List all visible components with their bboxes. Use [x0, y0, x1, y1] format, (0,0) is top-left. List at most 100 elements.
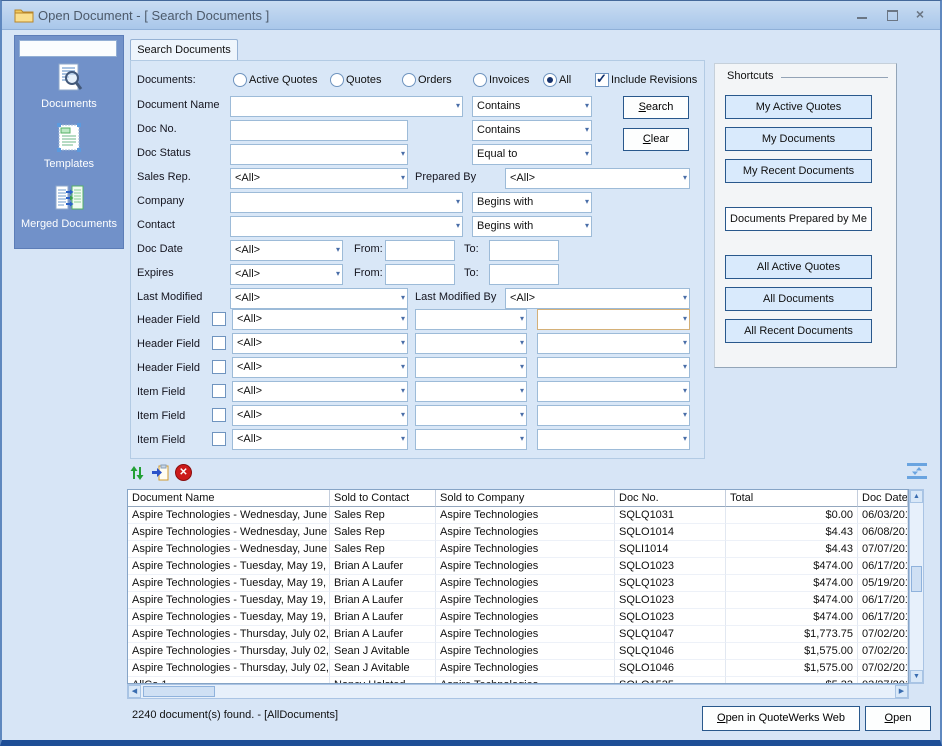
chevron-down-icon[interactable]: ▾: [401, 291, 405, 305]
scroll-left-icon[interactable]: ◀: [128, 685, 141, 698]
header-field-3-checkbox[interactable]: [212, 360, 226, 374]
import-document-icon[interactable]: [151, 463, 169, 484]
include-revisions-label[interactable]: Include Revisions: [611, 74, 697, 86]
chevron-down-icon[interactable]: ▾: [520, 384, 524, 398]
horizontal-scrollbar[interactable]: ◀ ▶: [127, 684, 909, 699]
radio-label-orders[interactable]: Orders: [418, 74, 452, 86]
item-field-2-checkbox[interactable]: [212, 408, 226, 422]
all-recent-documents-button[interactable]: All Recent Documents: [725, 319, 872, 343]
chevron-down-icon[interactable]: ▾: [336, 243, 340, 257]
delete-icon[interactable]: ✕: [175, 464, 192, 481]
chevron-down-icon[interactable]: ▾: [401, 384, 405, 398]
chevron-down-icon[interactable]: ▾: [683, 312, 687, 326]
chevron-down-icon[interactable]: ▾: [585, 147, 589, 161]
document-name-operator-select[interactable]: Contains▾: [472, 96, 592, 117]
chevron-down-icon[interactable]: ▾: [683, 336, 687, 350]
item-field-1-operator-select[interactable]: ▾: [415, 381, 527, 402]
title-bar[interactable]: Open Document - [ Search Documents ] ×: [2, 1, 940, 30]
item-field-3-select[interactable]: <All>▾: [232, 429, 408, 450]
item-field-2-value-select[interactable]: ▾: [537, 405, 690, 426]
chevron-down-icon[interactable]: ▾: [520, 312, 524, 326]
chevron-down-icon[interactable]: ▾: [683, 408, 687, 422]
table-row[interactable]: AllCo 1Nancy HolstedAspire TechnologiesS…: [128, 677, 908, 684]
radio-invoices[interactable]: [473, 73, 487, 87]
minimize-button[interactable]: [854, 7, 870, 23]
chevron-down-icon[interactable]: ▾: [401, 171, 405, 185]
header-field-1-value-select[interactable]: ▾: [537, 309, 690, 330]
table-row[interactable]: Aspire Technologies - Thursday, July 02,…: [128, 626, 908, 643]
splitter-toggle-icon[interactable]: [905, 462, 929, 483]
horizontal-scroll-thumb[interactable]: [143, 686, 215, 697]
chevron-down-icon[interactable]: ▾: [401, 360, 405, 374]
my-active-quotes-button[interactable]: My Active Quotes: [725, 95, 872, 119]
column-header-doc-date[interactable]: Doc Date: [858, 490, 908, 507]
header-field-1-operator-select[interactable]: ▾: [415, 309, 527, 330]
doc-date-from-input[interactable]: [385, 240, 455, 261]
my-documents-button[interactable]: My Documents: [725, 127, 872, 151]
my-recent-documents-button[interactable]: My Recent Documents: [725, 159, 872, 183]
scroll-up-icon[interactable]: ▲: [910, 490, 923, 503]
chevron-down-icon[interactable]: ▾: [401, 147, 405, 161]
table-row[interactable]: Aspire Technologies - Wednesday, JuneSal…: [128, 524, 908, 541]
refresh-icon[interactable]: [129, 465, 145, 484]
chevron-down-icon[interactable]: ▾: [585, 123, 589, 137]
document-name-combo[interactable]: ▾: [230, 96, 463, 117]
doc-date-select[interactable]: <All>▾: [230, 240, 343, 261]
table-row[interactable]: Aspire Technologies - Tuesday, May 19,Br…: [128, 609, 908, 626]
item-field-1-value-select[interactable]: ▾: [537, 381, 690, 402]
item-field-1-checkbox[interactable]: [212, 384, 226, 398]
company-combo[interactable]: ▾: [230, 192, 463, 213]
vertical-scroll-thumb[interactable]: [911, 566, 922, 592]
prepared-by-select[interactable]: <All>▾: [505, 168, 690, 189]
radio-all[interactable]: [543, 73, 557, 87]
maximize-button[interactable]: [884, 7, 900, 23]
doc-status-operator-select[interactable]: Equal to▾: [472, 144, 592, 165]
column-header-sold-to-company[interactable]: Sold to Company: [436, 490, 615, 507]
chevron-down-icon[interactable]: ▾: [585, 219, 589, 233]
contact-operator-select[interactable]: Begins with▾: [472, 216, 592, 237]
open-button[interactable]: Open: [865, 706, 931, 731]
radio-label-active-quotes[interactable]: Active Quotes: [249, 74, 317, 86]
scroll-right-icon[interactable]: ▶: [895, 685, 908, 698]
item-field-3-value-select[interactable]: ▾: [537, 429, 690, 450]
last-modified-select[interactable]: <All>▾: [230, 288, 408, 309]
chevron-down-icon[interactable]: ▾: [456, 219, 460, 233]
expires-from-input[interactable]: [385, 264, 455, 285]
sales-rep-select[interactable]: <All>▾: [230, 168, 408, 189]
chevron-down-icon[interactable]: ▾: [683, 291, 687, 305]
header-field-2-checkbox[interactable]: [212, 336, 226, 350]
table-row[interactable]: Aspire Technologies - Wednesday, JuneSal…: [128, 507, 908, 524]
radio-orders[interactable]: [402, 73, 416, 87]
header-field-2-value-select[interactable]: ▾: [537, 333, 690, 354]
item-field-2-operator-select[interactable]: ▾: [415, 405, 527, 426]
close-button[interactable]: ×: [912, 7, 928, 23]
column-header-document-name[interactable]: Document Name: [128, 490, 330, 507]
column-header-doc-no[interactable]: Doc No.: [615, 490, 726, 507]
radio-label-quotes[interactable]: Quotes: [346, 74, 381, 86]
all-documents-button[interactable]: All Documents: [725, 287, 872, 311]
include-revisions-checkbox[interactable]: [595, 73, 609, 87]
vertical-scrollbar[interactable]: ▲ ▼: [909, 489, 924, 684]
header-field-2-operator-select[interactable]: ▾: [415, 333, 527, 354]
contact-combo[interactable]: ▾: [230, 216, 463, 237]
documents-prepared-by-me-button[interactable]: Documents Prepared by Me: [725, 207, 872, 231]
radio-quotes[interactable]: [330, 73, 344, 87]
doc-no-operator-select[interactable]: Contains▾: [472, 120, 592, 141]
column-header-sold-to-contact[interactable]: Sold to Contact: [330, 490, 436, 507]
header-field-2-select[interactable]: <All>▾: [232, 333, 408, 354]
open-in-quotewerks-web-button[interactable]: Open in QuoteWerks Web: [702, 706, 860, 731]
sidebar-item-documents[interactable]: Documents: [15, 62, 123, 110]
column-header-total[interactable]: Total: [726, 490, 858, 507]
header-field-3-select[interactable]: <All>▾: [232, 357, 408, 378]
doc-no-input[interactable]: [230, 120, 408, 141]
radio-active-quotes[interactable]: [233, 73, 247, 87]
chevron-down-icon[interactable]: ▾: [683, 360, 687, 374]
item-field-3-checkbox[interactable]: [212, 432, 226, 446]
chevron-down-icon[interactable]: ▾: [683, 171, 687, 185]
expires-to-input[interactable]: [489, 264, 559, 285]
header-field-1-select[interactable]: <All>▾: [232, 309, 408, 330]
item-field-1-select[interactable]: <All>▾: [232, 381, 408, 402]
table-row[interactable]: Aspire Technologies - Thursday, July 02,…: [128, 660, 908, 677]
sidebar-item-merged-documents[interactable]: Merged Documents: [15, 182, 123, 230]
chevron-down-icon[interactable]: ▾: [683, 384, 687, 398]
